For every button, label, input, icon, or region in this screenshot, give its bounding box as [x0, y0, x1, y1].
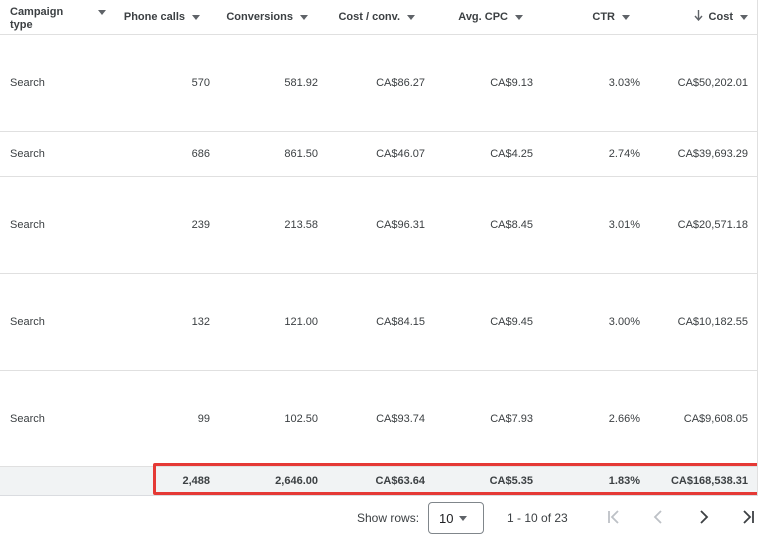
cell-avg-cpc: CA$8.45 [490, 219, 533, 231]
total-ctr: 1.83% [608, 475, 640, 487]
cell-phone-calls: 132 [191, 316, 210, 328]
rows-per-page-select[interactable]: 10 [428, 502, 484, 534]
total-conversions: 2,646.00 [275, 475, 318, 487]
column-header-campaign-type-line2: type [10, 19, 33, 31]
table-row: Search 570 581.92 CA$86.27 CA$9.13 3.03%… [0, 35, 757, 132]
column-header-campaign-type[interactable]: Campaign type [10, 0, 120, 34]
table-row: Search 239 213.58 CA$96.31 CA$8.45 3.01%… [0, 177, 757, 274]
cell-campaign-type: Search [10, 219, 45, 231]
table-row: Search 686 861.50 CA$46.07 CA$4.25 2.74%… [0, 132, 757, 177]
cell-conversions: 102.50 [284, 412, 318, 425]
table-row: Search 132 121.00 CA$84.15 CA$9.45 3.00%… [0, 274, 757, 371]
cell-ctr: 2.66% [608, 412, 640, 425]
cell-phone-calls: 99 [197, 412, 210, 425]
cell-cost-per-conv: CA$84.15 [376, 316, 425, 328]
previous-page-icon [653, 510, 662, 524]
cell-cost: CA$20,571.18 [677, 219, 748, 231]
column-header-label: Cost [708, 11, 733, 23]
table-row: Search 99 102.50 CA$93.74 CA$7.93 2.66% … [0, 371, 757, 466]
cell-campaign-type: Search [10, 77, 45, 89]
previous-page-button[interactable] [646, 505, 670, 529]
cell-avg-cpc: CA$9.13 [490, 77, 533, 89]
next-page-icon [700, 510, 709, 524]
cell-cost: CA$39,693.29 [677, 148, 748, 160]
dropdown-triangle-icon[interactable] [515, 14, 523, 20]
rows-per-page-value: 10 [439, 511, 454, 526]
cell-conversions: 121.00 [284, 316, 318, 328]
table-header-row: Campaign type Phone calls Conversions Cos… [0, 0, 757, 35]
sort-descending-arrow-icon[interactable] [694, 10, 703, 24]
cell-conversions: 581.92 [284, 77, 318, 89]
cell-campaign-type: Search [10, 412, 45, 425]
last-page-icon [743, 510, 754, 524]
cell-ctr: 2.74% [608, 148, 640, 160]
cell-phone-calls: 570 [191, 77, 210, 89]
cell-cost: CA$10,182.55 [677, 316, 748, 328]
show-rows-label: Show rows: [357, 511, 420, 525]
cell-campaign-type: Search [10, 316, 45, 328]
column-header-campaign-type-line1: Campaign [10, 6, 64, 18]
cell-campaign-type: Search [10, 148, 45, 160]
totals-row: 2,488 2,646.00 CA$63.64 CA$5.35 1.83% CA… [0, 466, 757, 496]
cell-phone-calls: 686 [191, 148, 210, 160]
dropdown-triangle-icon[interactable] [98, 10, 106, 15]
cell-conversions: 861.50 [284, 148, 318, 160]
column-header-cost-per-conv[interactable]: Cost / conv. [318, 0, 425, 34]
column-header-avg-cpc[interactable]: Avg. CPC [425, 0, 533, 34]
dropdown-triangle-icon [459, 516, 467, 521]
first-page-button[interactable] [602, 505, 626, 529]
total-cost-per-conv: CA$63.64 [375, 475, 425, 487]
cell-cost-per-conv: CA$46.07 [376, 148, 425, 160]
column-header-label: Cost / conv. [338, 11, 400, 23]
next-page-button[interactable] [692, 505, 716, 529]
cell-avg-cpc: CA$7.93 [490, 412, 533, 425]
column-header-phone-calls[interactable]: Phone calls [120, 0, 210, 34]
cell-ctr: 3.01% [608, 219, 640, 231]
campaign-table: Campaign type Phone calls Conversions Cos… [0, 0, 757, 466]
cell-cost: CA$9,608.05 [683, 412, 748, 425]
cell-cost-per-conv: CA$93.74 [376, 412, 425, 425]
cell-phone-calls: 239 [191, 219, 210, 231]
column-header-cost[interactable]: Cost [640, 0, 748, 34]
dropdown-triangle-icon[interactable] [300, 14, 308, 20]
total-avg-cpc: CA$5.35 [489, 475, 533, 487]
first-page-icon [608, 510, 619, 524]
cell-ctr: 3.00% [608, 316, 640, 328]
cell-cost-per-conv: CA$86.27 [376, 77, 425, 89]
total-campaign-type [10, 467, 120, 495]
page-range-text: 1 - 10 of 23 [507, 511, 568, 525]
dropdown-triangle-icon[interactable] [740, 14, 748, 20]
cell-cost-per-conv: CA$96.31 [376, 219, 425, 231]
column-header-label: CTR [592, 11, 615, 23]
column-header-conversions[interactable]: Conversions [210, 0, 318, 34]
cell-conversions: 213.58 [284, 219, 318, 231]
column-header-ctr[interactable]: CTR [533, 0, 640, 34]
cell-cost: CA$50,202.01 [677, 77, 748, 89]
total-phone-calls: 2,488 [182, 475, 210, 487]
cell-avg-cpc: CA$4.25 [490, 148, 533, 160]
total-cost: CA$168,538.31 [670, 475, 748, 487]
column-header-label: Avg. CPC [458, 11, 508, 23]
column-header-label: Phone calls [123, 11, 185, 23]
column-header-label: Conversions [226, 11, 293, 23]
dropdown-triangle-icon[interactable] [192, 14, 200, 20]
dropdown-triangle-icon[interactable] [622, 14, 630, 20]
cell-ctr: 3.03% [608, 77, 640, 89]
dropdown-triangle-icon[interactable] [407, 14, 415, 20]
last-page-button[interactable] [736, 505, 760, 529]
cell-avg-cpc: CA$9.45 [490, 316, 533, 328]
vertical-scrollbar[interactable] [757, 0, 768, 496]
